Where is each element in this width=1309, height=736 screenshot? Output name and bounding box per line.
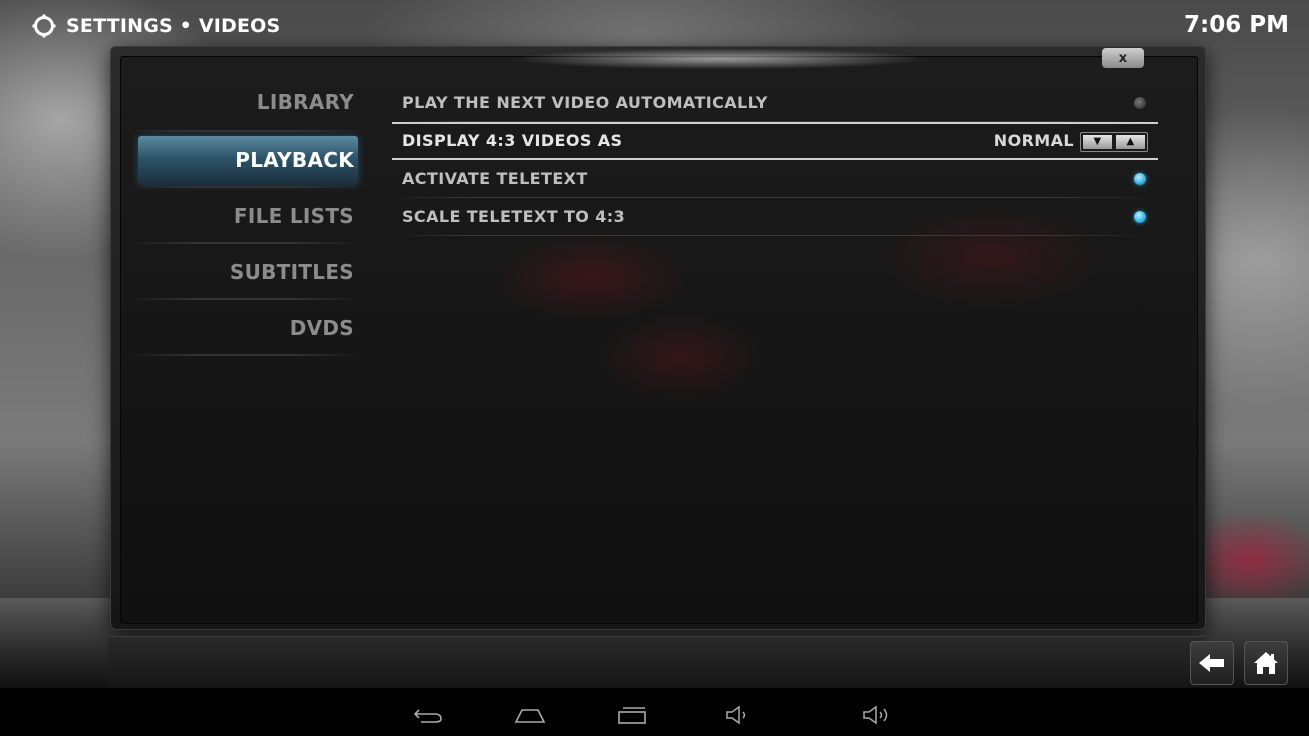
- recent-apps-icon[interactable]: [614, 702, 650, 728]
- page-title: SETTINGS • VIDEOS: [32, 14, 280, 38]
- setting-scale-teletext[interactable]: SCALE TELETEXT TO 4:3: [392, 198, 1158, 236]
- back-icon[interactable]: [410, 702, 446, 728]
- category-label: LIBRARY: [256, 90, 354, 114]
- category-divider: [124, 354, 364, 356]
- home-icon: [1254, 652, 1278, 674]
- chevron-down-icon: ▼: [1093, 136, 1102, 147]
- row-divider: [392, 235, 1158, 236]
- back-button[interactable]: [1190, 641, 1234, 685]
- setting-activate-teletext[interactable]: ACTIVATE TELETEXT: [392, 160, 1158, 198]
- value-spinner[interactable]: ▼ ▲: [1080, 132, 1148, 152]
- system-navigation-bar: [0, 688, 1309, 736]
- volume-up-icon[interactable]: [860, 702, 896, 728]
- setting-label: ACTIVATE TELETEXT: [402, 169, 588, 188]
- category-file-lists[interactable]: FILE LISTS: [124, 188, 364, 244]
- category-label: DVDS: [289, 316, 354, 340]
- category-label: FILE LISTS: [233, 204, 354, 228]
- volume-down-icon[interactable]: [722, 702, 758, 728]
- spinner-down-button[interactable]: ▼: [1083, 135, 1112, 149]
- category-dvds[interactable]: DVDS: [124, 300, 364, 356]
- setting-display-43-videos[interactable]: DISPLAY 4:3 VIDEOS AS NORMAL ▼ ▲: [392, 122, 1158, 160]
- close-icon: x: [1118, 50, 1128, 66]
- setting-play-next-video[interactable]: PLAY THE NEXT VIDEO AUTOMATICALLY: [392, 84, 1158, 122]
- toggle-off-indicator[interactable]: [1134, 97, 1146, 109]
- back-arrow-icon: [1199, 654, 1224, 672]
- category-label: PLAYBACK: [235, 148, 354, 172]
- setting-label: DISPLAY 4:3 VIDEOS AS: [402, 131, 623, 150]
- gear-icon: [32, 14, 56, 38]
- clock: 7:06 PM: [1184, 12, 1289, 38]
- focus-line-top: [392, 122, 1158, 124]
- category-label: SUBTITLES: [229, 260, 354, 284]
- bottom-bar: [108, 636, 1206, 687]
- home-button[interactable]: [1244, 641, 1288, 685]
- home-icon[interactable]: [512, 702, 548, 728]
- chevron-up-icon: ▲: [1126, 136, 1135, 147]
- dialog-glow: [460, 46, 980, 72]
- select-value: NORMAL: [993, 131, 1074, 150]
- toggle-on-indicator[interactable]: [1134, 211, 1146, 223]
- setting-label: SCALE TELETEXT TO 4:3: [402, 207, 626, 226]
- category-playback[interactable]: PLAYBACK: [124, 132, 364, 188]
- toggle-on-indicator[interactable]: [1134, 173, 1146, 185]
- close-button[interactable]: x: [1102, 48, 1144, 68]
- page-title-text: SETTINGS • VIDEOS: [66, 15, 281, 37]
- setting-label: PLAY THE NEXT VIDEO AUTOMATICALLY: [402, 93, 768, 112]
- category-subtitles[interactable]: SUBTITLES: [124, 244, 364, 300]
- spinner-up-button[interactable]: ▲: [1116, 135, 1145, 149]
- category-library[interactable]: LIBRARY: [124, 76, 364, 132]
